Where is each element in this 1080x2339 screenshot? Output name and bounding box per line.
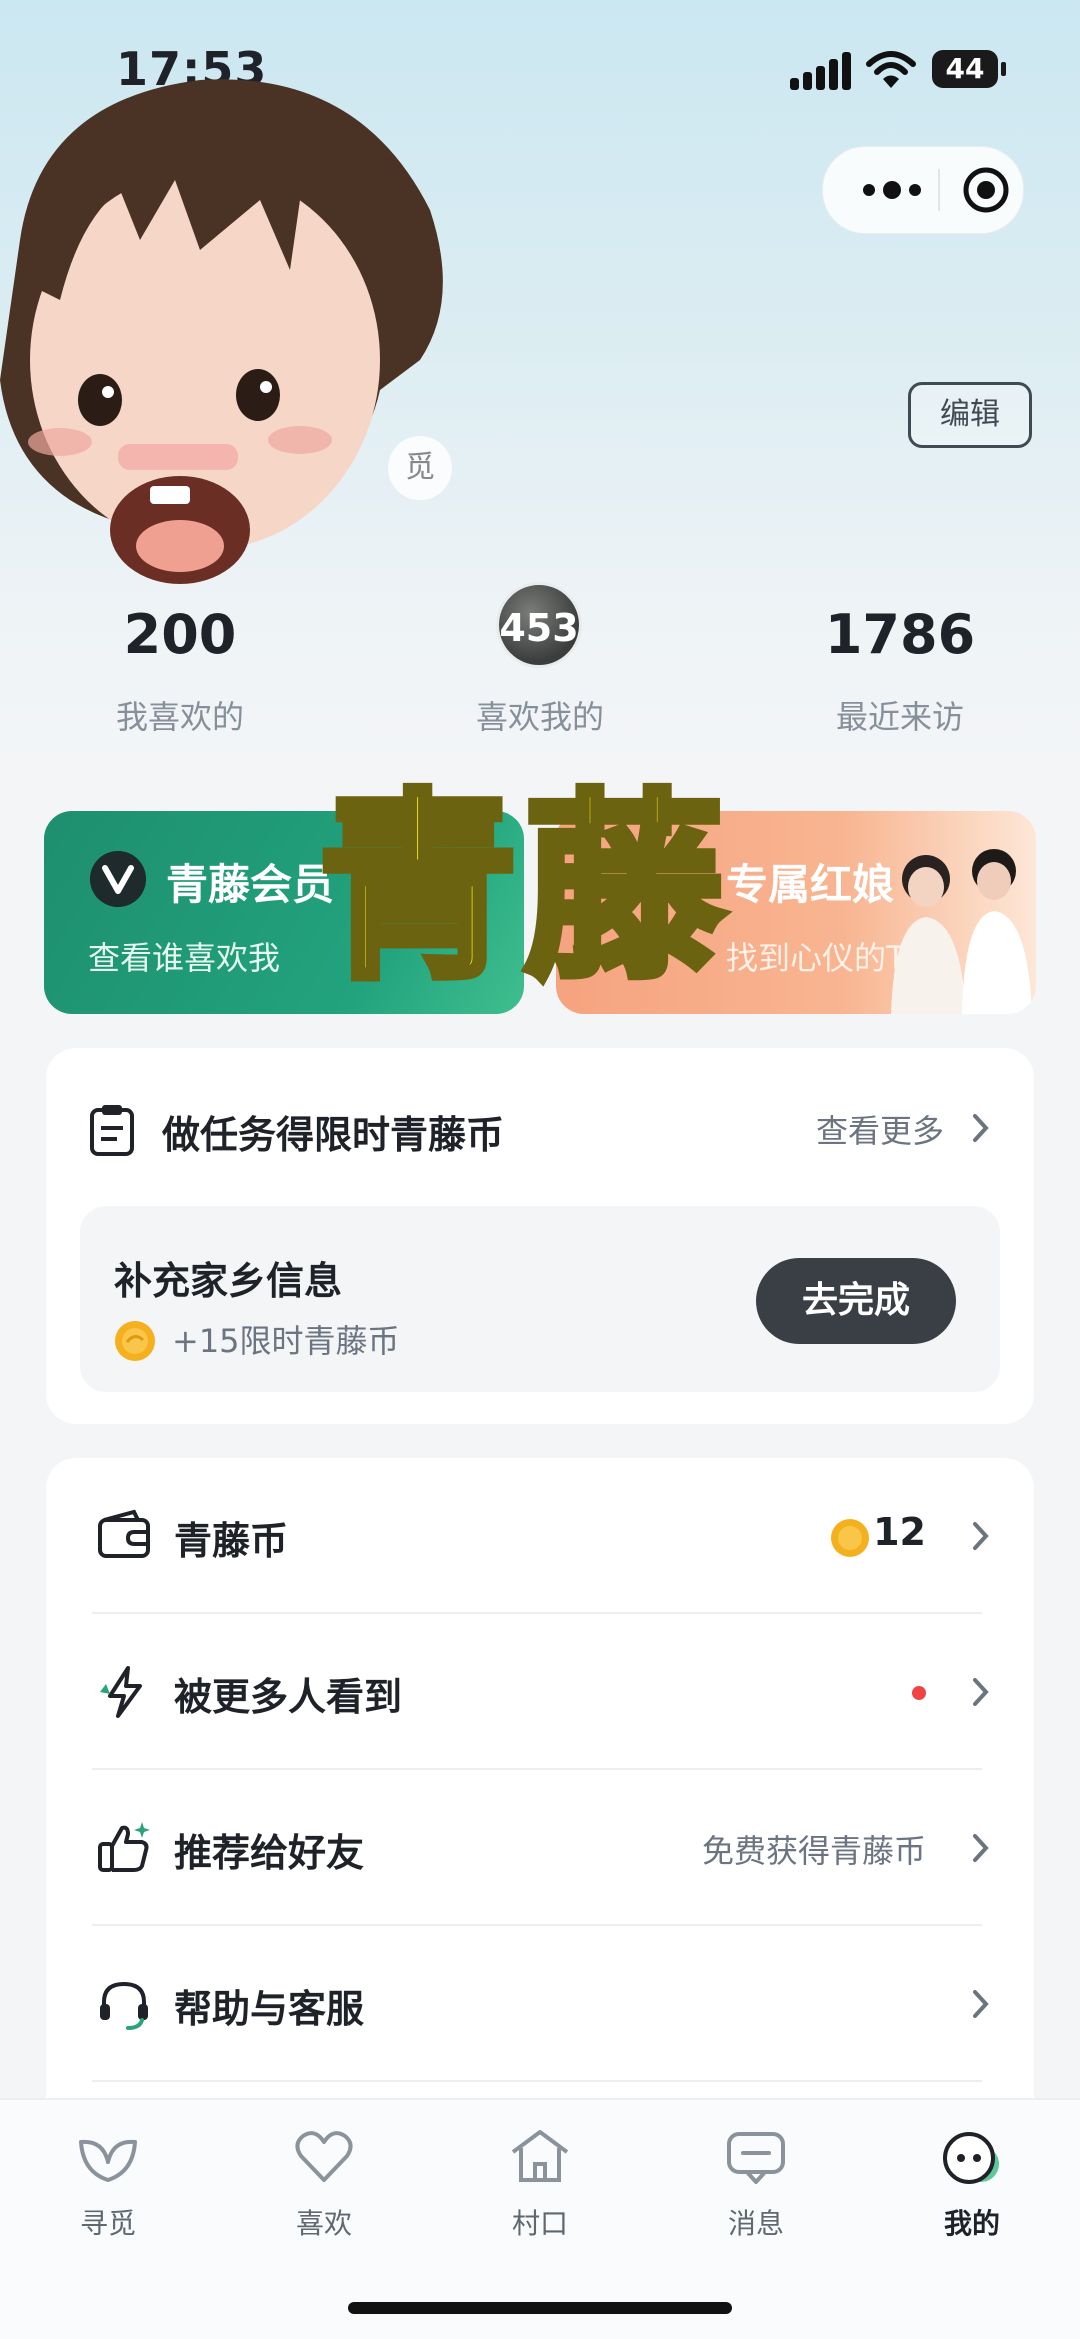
avatar[interactable] [0,60,460,620]
task-item-title: 补充家乡信息 [114,1259,343,1303]
stat-label: 喜欢我的 [475,698,604,736]
leaf-icon [79,2139,137,2182]
liked-me-count-badge[interactable]: 453 [496,582,582,668]
tab-label: 消息 [727,2207,784,2240]
miniprogram-capsule[interactable] [822,146,1024,234]
tab-profile[interactable]: 我的 [864,2122,1080,2242]
task-card: 做任务得限时青藤币 查看更多 补充家乡信息 +15限时青藤币 去完成 [46,1048,1034,1424]
lightning-icon [100,1666,142,1718]
menu-item-hint: 免费获得青藤币 [701,1832,926,1870]
task-view-more-link[interactable]: 查看更多 [816,1106,944,1152]
wifi-icon [866,51,916,88]
chevron-right-icon [973,1522,989,1550]
profile-icon [943,2132,999,2184]
tab-messages[interactable]: 消息 [648,2122,864,2242]
edit-profile-button[interactable]: 编辑 [908,382,1032,448]
capsule-divider [938,169,940,211]
menu-item-help[interactable]: 帮助与客服 [46,1926,1034,2082]
complete-task-button[interactable]: 去完成 [756,1258,956,1344]
brand-logo-icon [90,851,146,907]
stat-recent-visitors[interactable]: 1786 最近来访 [750,600,1050,738]
menu-item-label: 帮助与客服 [174,1987,365,2031]
divider [92,2080,982,2082]
brand-watermark-text: 青藤 [314,769,731,1010]
stat-value: 200 [123,603,237,666]
menu-item-label: 被更多人看到 [174,1675,403,1719]
thumbs-up-icon [98,1822,150,1872]
clipboard-icon [90,1105,134,1156]
menu-item-boost[interactable]: 被更多人看到 [46,1614,1034,1770]
menu-list: 青藤币 12 被更多人看到 推荐给好友 免费获得青藤币 帮助与客服 [46,1458,1034,2098]
tab-label: 我的 [943,2207,1000,2240]
heart-icon [295,2131,353,2182]
hidden-status-tag: 觅 [388,436,452,500]
battery-tip [1001,62,1006,76]
tab-likes[interactable]: 喜欢 [216,2122,432,2242]
menu-item-label: 推荐给好友 [174,1831,365,1875]
coin-balance: 12 [873,1510,926,1554]
wallet-icon [98,1509,150,1558]
chevron-right-icon[interactable] [970,1112,992,1144]
task-item-reward: +15限时青藤币 [172,1322,400,1360]
chevron-right-icon [973,1834,989,1862]
stat-label: 最近来访 [835,698,964,736]
membership-title: 青藤会员 [166,860,335,909]
menu-item-label: 青藤币 [174,1519,289,1563]
cellular-signal-icon [790,52,851,90]
coin-icon [115,1321,155,1361]
membership-subtitle: 查看谁喜欢我 [88,939,281,977]
chevron-right-icon [973,1990,989,2018]
task-item: 补充家乡信息 +15限时青藤币 去完成 [80,1206,1000,1392]
tab-label: 喜欢 [295,2207,352,2240]
notification-dot [912,1686,926,1700]
stat-label: 我喜欢的 [115,698,244,736]
home-indicator[interactable] [348,2302,732,2314]
couple-illustration [891,849,1032,1014]
home-icon [511,2130,569,2182]
menu-item-recommend[interactable]: 推荐给好友 免费获得青藤币 [46,1770,1034,1926]
headset-icon [100,1981,148,2030]
tab-village[interactable]: 村口 [432,2122,648,2242]
menu-item-coins[interactable]: 青藤币 12 [46,1458,1034,1614]
battery-icon: 44 [932,50,998,88]
chevron-right-icon [973,1678,989,1706]
task-header-title: 做任务得限时青藤币 [162,1113,505,1157]
tab-label: 寻觅 [79,2207,136,2240]
stat-i-liked[interactable]: 200 我喜欢的 [30,600,330,738]
coin-icon [831,1519,869,1557]
tab-label: 村口 [511,2207,568,2240]
close-miniprogram-icon[interactable] [961,165,1011,215]
message-icon [727,2132,785,2184]
more-options-icon[interactable] [859,172,925,208]
stat-value: 1786 [824,603,976,666]
tab-discover[interactable]: 寻觅 [0,2122,216,2242]
